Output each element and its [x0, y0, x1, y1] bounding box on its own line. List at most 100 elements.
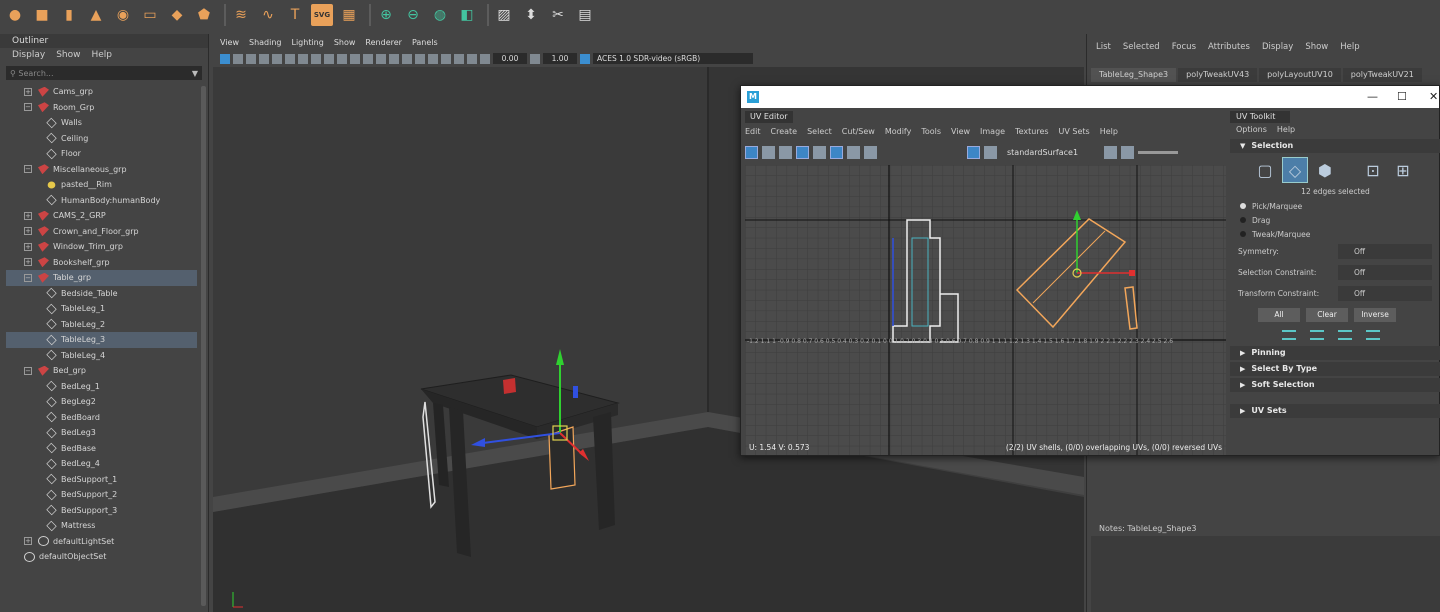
viewport-menu-renderer[interactable]: Renderer	[365, 38, 402, 51]
torus-icon[interactable]: ◉	[112, 4, 134, 26]
select-border-icon[interactable]	[1338, 330, 1352, 340]
outliner-menu-help[interactable]: Help	[91, 48, 112, 63]
outliner-item[interactable]: BedLeg_4	[6, 456, 197, 472]
outliner-item[interactable]: − Bed_grp	[6, 363, 197, 379]
collapse-icon[interactable]: −	[24, 165, 32, 174]
dropdown-arrow-icon[interactable]: ▼	[192, 69, 198, 78]
outliner-scrollbar[interactable]	[201, 86, 206, 606]
maximize-icon[interactable]: ☐	[1397, 90, 1407, 103]
selection-constraint-dropdown[interactable]: Off	[1338, 265, 1432, 280]
ae-menu-list[interactable]: List	[1096, 34, 1111, 54]
outliner-item[interactable]: − Table_grp	[6, 270, 197, 286]
shell-mode-icon[interactable]: ⊞	[1390, 157, 1416, 183]
xray-icon[interactable]	[454, 53, 464, 64]
ae-menu-display[interactable]: Display	[1262, 34, 1293, 54]
default-material-icon[interactable]	[389, 53, 399, 64]
disc-icon[interactable]: ◆	[166, 4, 188, 26]
uv-shell-icon[interactable]	[762, 145, 775, 159]
platonic-icon[interactable]: ⬟	[193, 4, 215, 26]
outliner-item[interactable]: + CAMS_2_GRP	[6, 208, 197, 224]
face-mode-icon[interactable]: ⬢	[1312, 157, 1338, 183]
outliner-item[interactable]: BedSupport_2	[6, 487, 197, 503]
helix-icon[interactable]: ∿	[257, 4, 279, 26]
separate-icon[interactable]: ⊖	[402, 4, 424, 26]
ambient-occlusion-icon[interactable]	[441, 53, 451, 64]
safe-title-icon[interactable]	[350, 53, 360, 64]
ae-menu-focus[interactable]: Focus	[1172, 34, 1196, 54]
outliner-item[interactable]: − Miscellaneous_grp	[6, 162, 197, 178]
grid-icon[interactable]: ▦	[338, 4, 360, 26]
outliner-item[interactable]: defaultObjectSet	[6, 549, 197, 565]
uv-editor-panel-title[interactable]: UV Editor	[745, 111, 793, 123]
bridge-icon[interactable]: ▨	[493, 4, 515, 26]
expand-icon[interactable]: +	[24, 242, 32, 251]
gate-mask-icon[interactable]	[311, 53, 321, 64]
cone-icon[interactable]: ▲	[85, 4, 107, 26]
uv-sets-section-header[interactable]: ▶ UV Sets	[1230, 404, 1440, 418]
ae-menu-selected[interactable]: Selected	[1123, 34, 1160, 54]
uv-canvas[interactable]: -1.2 1.1 1 -0.9 0.8 0.7 0.6 0.5 0.4 0.3 …	[745, 165, 1226, 455]
viewport-menu-lighting[interactable]: Lighting	[291, 38, 323, 51]
collapse-icon[interactable]: −	[24, 366, 32, 375]
pinning-section-header[interactable]: ▶ Pinning	[1230, 346, 1440, 360]
exposure-slider[interactable]	[1138, 150, 1179, 154]
image-display-icon[interactable]	[967, 145, 980, 159]
outliner-item[interactable]: BedSupport_1	[6, 472, 197, 488]
viewport-menu-show[interactable]: Show	[334, 38, 356, 51]
uv-menu-create[interactable]: Create	[771, 125, 798, 139]
outliner-item[interactable]: BedBase	[6, 441, 197, 457]
extrude-icon[interactable]: ⬍	[520, 4, 542, 26]
outliner-item[interactable]: HumanBody:humanBody	[6, 193, 197, 209]
gamma-icon[interactable]	[530, 53, 540, 64]
expand-icon[interactable]: +	[24, 227, 32, 236]
outliner-item[interactable]: TableLeg_4	[6, 348, 197, 364]
outliner-item[interactable]: − Room_Grp	[6, 100, 197, 116]
bevel-icon[interactable]: ◧	[456, 4, 478, 26]
clear-selection-button[interactable]: Clear	[1306, 308, 1348, 322]
uv-menu-edit[interactable]: Edit	[745, 125, 761, 139]
gamma-field[interactable]: 1.00	[543, 53, 577, 64]
outliner-item[interactable]: BegLeg2	[6, 394, 197, 410]
exposure-field[interactable]: 0.00	[493, 53, 527, 64]
tab-polylayoutuv10[interactable]: polyLayoutUV10	[1259, 68, 1341, 82]
uv-mode-icon[interactable]: ⊡	[1360, 157, 1386, 183]
tab-polytweakuv43[interactable]: polyTweakUV43	[1178, 68, 1258, 82]
texture-border-icon[interactable]	[796, 145, 809, 159]
inverse-selection-button[interactable]: Inverse	[1354, 308, 1396, 322]
outliner-menu-display[interactable]: Display	[12, 48, 45, 63]
image-plane-icon[interactable]	[259, 53, 269, 64]
grow-selection-icon[interactable]	[1282, 330, 1296, 340]
color-management-icon[interactable]	[580, 53, 590, 64]
uv-toolkit-title[interactable]: UV Toolkit	[1230, 111, 1290, 123]
edge-mode-icon[interactable]: ◇	[1282, 157, 1308, 183]
notes-textarea[interactable]	[1091, 536, 1440, 612]
checker-pattern-icon[interactable]	[984, 145, 997, 159]
film-gate-icon[interactable]	[285, 53, 295, 64]
cube-icon[interactable]: ■	[31, 4, 53, 26]
grid-toggle-icon[interactable]	[272, 53, 282, 64]
expand-icon[interactable]: +	[24, 87, 32, 96]
textured-icon[interactable]	[402, 53, 412, 64]
outliner-item[interactable]: + Window_Trim_grp	[6, 239, 197, 255]
uv-menu-select[interactable]: Select	[807, 125, 832, 139]
uv-icon[interactable]: ▤	[574, 4, 596, 26]
sphere-icon[interactable]: ●	[4, 4, 26, 26]
viewport-menu-shading[interactable]: Shading	[249, 38, 282, 51]
outliner-item[interactable]: + Bookshelf_grp	[6, 255, 197, 271]
sweep-icon[interactable]: ≋	[230, 4, 252, 26]
svg-icon[interactable]: SVG	[311, 4, 333, 26]
isolate-select-icon[interactable]	[467, 53, 477, 64]
outliner-item[interactable]: + defaultLightSet	[6, 534, 197, 550]
close-icon[interactable]: ✕	[1429, 90, 1438, 103]
uv-menu-tools[interactable]: Tools	[921, 125, 941, 139]
soft-selection-section-header[interactable]: ▶ Soft Selection	[1230, 378, 1440, 392]
uv-menu-textures[interactable]: Textures	[1015, 125, 1048, 139]
shaded-uv-icon[interactable]	[779, 145, 792, 159]
cylinder-icon[interactable]: ▮	[58, 4, 80, 26]
color-space-dropdown[interactable]: ACES 1.0 SDR-video (sRGB)	[593, 53, 753, 64]
outliner-item[interactable]: BedBoard	[6, 410, 197, 426]
safe-action-icon[interactable]	[337, 53, 347, 64]
snapshot-icon[interactable]	[864, 145, 877, 159]
exposure-toggle-icon[interactable]	[1121, 145, 1135, 159]
shader-dropdown[interactable]: standardSurface1	[1007, 148, 1078, 157]
